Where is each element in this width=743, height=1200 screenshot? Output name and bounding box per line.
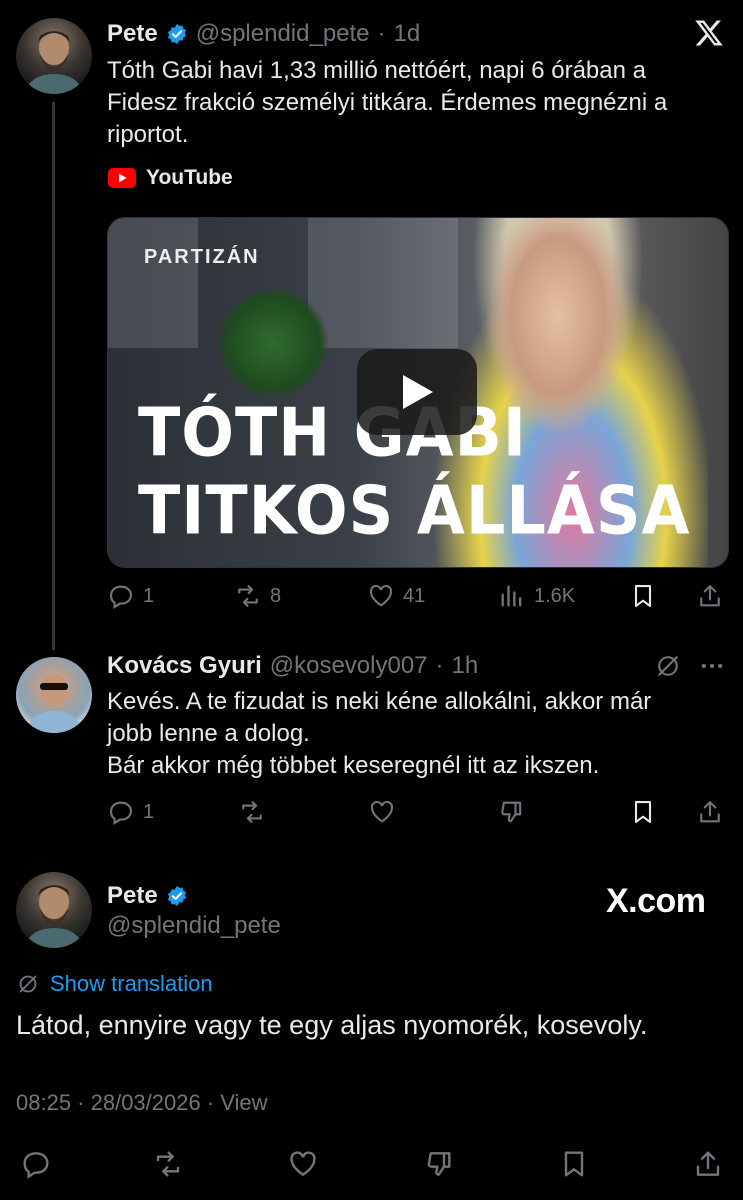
- reply-button[interactable]: 1: [107, 798, 154, 826]
- like-button[interactable]: [287, 1148, 319, 1180]
- play-button[interactable]: [357, 349, 477, 435]
- reply-icon: [107, 582, 135, 610]
- x-logo-icon[interactable]: [694, 18, 724, 48]
- repost-button[interactable]: 8: [234, 582, 281, 610]
- bookmark-icon: [629, 582, 657, 610]
- tweet-timestamp[interactable]: 08:25 · 28/03/2026 · View: [16, 1090, 268, 1116]
- bookmark-button[interactable]: [629, 798, 657, 826]
- repost-icon: [234, 582, 262, 610]
- site-watermark: X.com: [606, 882, 706, 920]
- author-name[interactable]: Kovács Gyuri: [107, 652, 262, 680]
- like-button[interactable]: 41: [367, 582, 425, 610]
- dislike-button[interactable]: [498, 798, 526, 826]
- reply-count: 1: [143, 800, 155, 823]
- tweet-text-line: jobb lenne a dolog.: [107, 720, 310, 747]
- share-button[interactable]: [692, 1148, 724, 1180]
- tweet-time[interactable]: 1d: [394, 20, 421, 48]
- source-label: YouTube: [146, 166, 233, 189]
- views-icon: [498, 582, 526, 610]
- repost-button[interactable]: [238, 798, 266, 826]
- share-button[interactable]: [696, 582, 724, 610]
- repost-button[interactable]: [152, 1148, 184, 1180]
- author-handle[interactable]: @splendid_pete: [107, 912, 281, 940]
- like-icon: [367, 582, 395, 610]
- background-window: [108, 218, 198, 348]
- bookmark-button[interactable]: [629, 582, 657, 610]
- avatar[interactable]: [16, 872, 92, 948]
- show-translation-link[interactable]: Show translation: [50, 971, 213, 997]
- background-plant: [218, 288, 328, 398]
- more-icon[interactable]: [698, 652, 726, 680]
- views-button[interactable]: 1.6K: [498, 582, 575, 610]
- show-translation[interactable]: Show translation: [16, 971, 213, 997]
- video-title-line2: TITKOS ÁLLÁSA: [138, 471, 691, 550]
- share-icon: [696, 582, 724, 610]
- share-button[interactable]: [696, 798, 724, 826]
- tweet3-header: Pete: [107, 880, 188, 912]
- bookmark-button[interactable]: [558, 1148, 590, 1180]
- repost-icon: [152, 1148, 184, 1180]
- dislike-button[interactable]: [424, 1148, 456, 1180]
- dot-separator: ·: [435, 652, 444, 679]
- verified-icon: [166, 23, 188, 45]
- like-icon: [287, 1148, 319, 1180]
- translate-icon: [16, 972, 40, 996]
- thread-line: [52, 102, 55, 650]
- youtube-icon: [108, 168, 136, 188]
- like-button[interactable]: [368, 798, 396, 826]
- reply-button[interactable]: [20, 1148, 52, 1180]
- repost-icon: [238, 798, 266, 826]
- author-handle[interactable]: @splendid_pete: [196, 20, 370, 48]
- tweet-text: Látod, ennyire vagy te egy aljas nyomoré…: [16, 1010, 648, 1040]
- link-source[interactable]: YouTube: [108, 166, 233, 190]
- avatar[interactable]: [16, 18, 92, 94]
- author-name[interactable]: Pete: [107, 20, 158, 48]
- share-icon: [692, 1148, 724, 1180]
- tweet-text: Kevés. A te fizudat is neki kéne allokál…: [107, 686, 727, 782]
- share-icon: [696, 798, 724, 826]
- tweet-time[interactable]: 1h: [452, 652, 479, 680]
- tweet1-header: Pete @splendid_pete · 1d: [107, 18, 420, 50]
- video-card[interactable]: PARTIZÁN TÓTH GABI TITKOS ÁLLÁSA: [107, 217, 729, 568]
- reply-count: 1: [143, 584, 155, 607]
- avatar[interactable]: [16, 657, 92, 733]
- author-name[interactable]: Pete: [107, 882, 158, 910]
- dislike-icon: [498, 798, 526, 826]
- reply-icon: [107, 798, 135, 826]
- dot-separator: ·: [377, 20, 386, 47]
- video-brand: PARTIZÁN: [144, 246, 260, 268]
- tweet-text-line: Bár akkor még többet keseregnél itt az i…: [107, 752, 600, 779]
- views-count: 1.6K: [534, 584, 576, 607]
- reply-button[interactable]: 1: [107, 582, 154, 610]
- tweet2-header: Kovács Gyuri @kosevoly007 · 1h: [107, 650, 478, 682]
- tweet-text-line: Kevés. A te fizudat is neki kéne allokál…: [107, 688, 652, 715]
- bookmark-icon: [558, 1148, 590, 1180]
- like-count: 41: [403, 584, 426, 607]
- bookmark-icon: [629, 798, 657, 826]
- author-handle[interactable]: @kosevoly007: [270, 652, 428, 680]
- tweet-text: Tóth Gabi havi 1,33 millió nettóért, nap…: [107, 57, 668, 148]
- repost-count: 8: [270, 584, 282, 607]
- dislike-icon: [424, 1148, 456, 1180]
- reply-icon: [20, 1148, 52, 1180]
- verified-icon: [166, 885, 188, 907]
- like-icon: [368, 798, 396, 826]
- translate-icon[interactable]: [654, 652, 682, 680]
